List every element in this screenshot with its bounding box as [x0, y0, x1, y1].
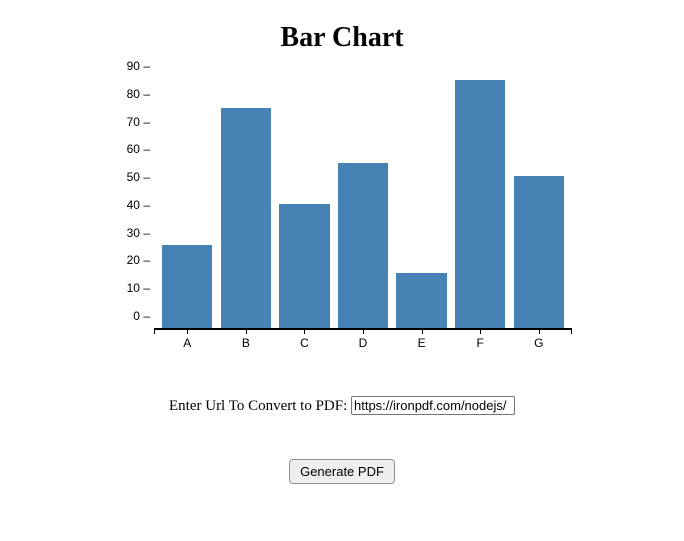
bar — [279, 204, 329, 328]
y-tick: 50 — [127, 170, 150, 184]
x-label: D — [359, 336, 368, 350]
bar-slot: C — [275, 80, 334, 328]
bar-slot: E — [392, 80, 451, 328]
bar — [338, 163, 388, 328]
x-tick — [187, 328, 188, 334]
bar-slot: A — [158, 80, 217, 328]
x-tick — [480, 328, 481, 334]
x-label: E — [418, 336, 426, 350]
bar-slot: D — [334, 80, 393, 328]
y-tick: 40 — [127, 198, 150, 212]
bar — [221, 108, 271, 328]
url-label: Enter Url To Convert to PDF: — [169, 398, 351, 414]
bar-chart: 0102030405060708090 ABCDEFG — [102, 66, 582, 356]
y-tick: 60 — [127, 142, 150, 156]
x-tick-edge-left — [154, 328, 155, 334]
x-tick — [422, 328, 423, 334]
y-tick: 20 — [127, 253, 150, 267]
x-label: B — [242, 336, 250, 350]
generate-pdf-button[interactable]: Generate PDF — [289, 459, 395, 484]
x-label: G — [534, 336, 543, 350]
url-input[interactable] — [351, 396, 515, 415]
bar — [162, 245, 212, 328]
x-tick — [539, 328, 540, 334]
y-tick: 90 — [127, 59, 150, 73]
plot-area: ABCDEFG — [154, 80, 572, 330]
bar — [396, 273, 446, 328]
x-label: F — [477, 336, 484, 350]
x-tick-edge-right — [571, 328, 572, 334]
url-form-row: Enter Url To Convert to PDF: — [0, 396, 684, 415]
bar — [514, 176, 564, 328]
x-tick — [304, 328, 305, 334]
bar — [455, 80, 505, 328]
bars-container: ABCDEFG — [154, 80, 572, 328]
y-axis: 0102030405060708090 — [102, 80, 154, 330]
x-label: C — [300, 336, 309, 350]
y-tick: 70 — [127, 115, 150, 129]
button-row: Generate PDF — [0, 459, 684, 484]
page-title: Bar Chart — [0, 0, 684, 66]
x-tick — [363, 328, 364, 334]
bar-slot: F — [451, 80, 510, 328]
y-tick: 10 — [127, 281, 150, 295]
x-tick — [246, 328, 247, 334]
y-tick: 80 — [127, 87, 150, 101]
y-tick: 0 — [133, 309, 150, 323]
x-label: A — [183, 336, 191, 350]
y-tick: 30 — [127, 226, 150, 240]
bar-slot: B — [217, 80, 276, 328]
bar-slot: G — [509, 80, 568, 328]
